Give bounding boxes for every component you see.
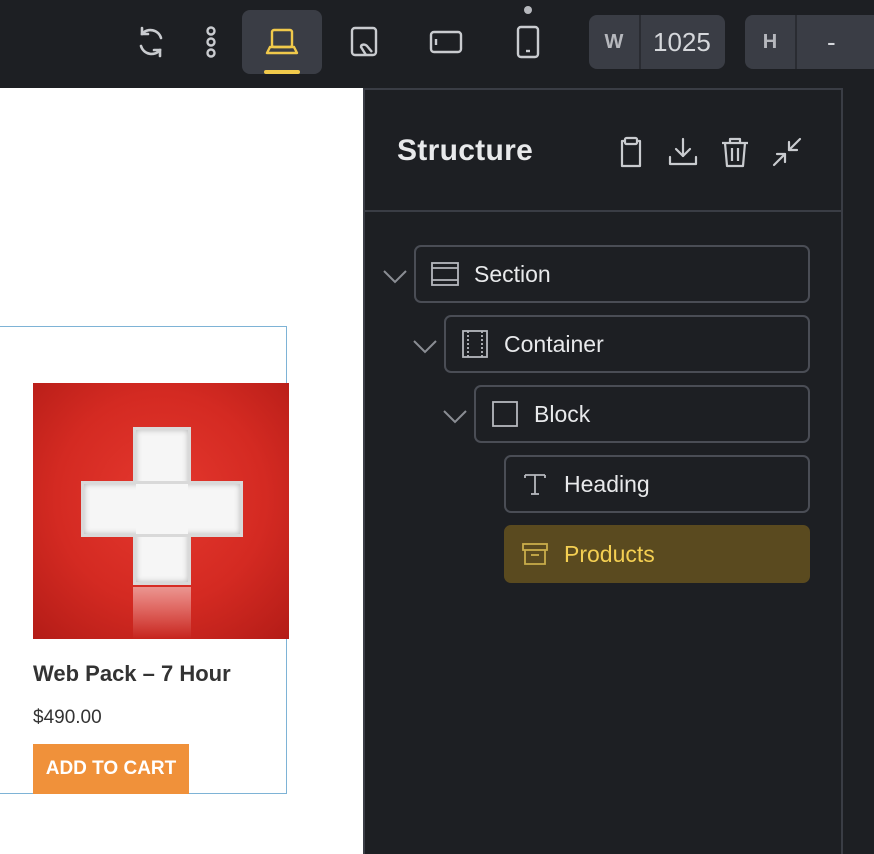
cross-center bbox=[136, 484, 188, 534]
tree-item-section[interactable]: Section bbox=[414, 245, 810, 303]
product-title[interactable]: Web Pack – 7 Hour bbox=[33, 661, 231, 687]
tablet-landscape-icon[interactable] bbox=[324, 10, 404, 74]
container-icon bbox=[460, 329, 490, 359]
tree-item-products[interactable]: Products bbox=[504, 525, 810, 583]
section-icon bbox=[430, 259, 460, 289]
tree-item-label: Container bbox=[504, 330, 604, 357]
height-control[interactable]: H - bbox=[745, 15, 874, 69]
chevron-down-icon[interactable] bbox=[410, 336, 440, 356]
cross-reflection bbox=[133, 587, 191, 639]
right-edge-strip bbox=[843, 88, 874, 854]
archive-icon bbox=[520, 539, 550, 569]
width-input[interactable]: 1025 bbox=[641, 15, 723, 69]
tree-item-label: Heading bbox=[564, 470, 650, 497]
product-image[interactable] bbox=[33, 383, 289, 639]
tree-item-label: Products bbox=[564, 540, 655, 567]
width-control[interactable]: W 1025 bbox=[589, 15, 725, 69]
trash-icon[interactable] bbox=[715, 132, 755, 172]
preview-canvas: Web Pack – 7 Hour $490.00 ADD TO CART bbox=[0, 88, 363, 854]
more-vertical-icon[interactable] bbox=[171, 10, 251, 74]
tree-item-label: Block bbox=[534, 400, 591, 427]
height-label: H bbox=[745, 15, 797, 69]
clipboard-icon[interactable] bbox=[611, 132, 651, 172]
structure-header: Structure bbox=[365, 90, 841, 212]
structure-panel: Structure Section Container Block Headin… bbox=[363, 88, 843, 854]
collapse-icon[interactable] bbox=[767, 132, 807, 172]
tablet-icon[interactable] bbox=[406, 10, 486, 74]
chevron-down-icon[interactable] bbox=[380, 266, 410, 286]
height-input[interactable]: - bbox=[797, 15, 848, 69]
chevron-down-icon[interactable] bbox=[440, 406, 470, 426]
tree-item-container[interactable]: Container bbox=[444, 315, 810, 373]
tree-item-label: Section bbox=[474, 260, 551, 287]
add-to-cart-button[interactable]: ADD TO CART bbox=[33, 744, 189, 794]
panel-title: Structure bbox=[397, 134, 534, 167]
mobile-icon[interactable] bbox=[488, 10, 568, 74]
tree-item-heading[interactable]: Heading bbox=[504, 455, 810, 513]
text-icon bbox=[520, 469, 550, 499]
product-card[interactable]: Web Pack – 7 Hour $490.00 ADD TO CART bbox=[0, 326, 289, 794]
active-breakpoint-dot bbox=[524, 6, 532, 14]
width-label: W bbox=[589, 15, 641, 69]
laptop-icon[interactable] bbox=[242, 10, 322, 74]
tree-item-block[interactable]: Block bbox=[474, 385, 810, 443]
block-icon bbox=[490, 399, 520, 429]
top-toolbar: W 1025 H - bbox=[0, 0, 874, 88]
download-icon[interactable] bbox=[663, 132, 703, 172]
product-price: $490.00 bbox=[33, 707, 102, 728]
